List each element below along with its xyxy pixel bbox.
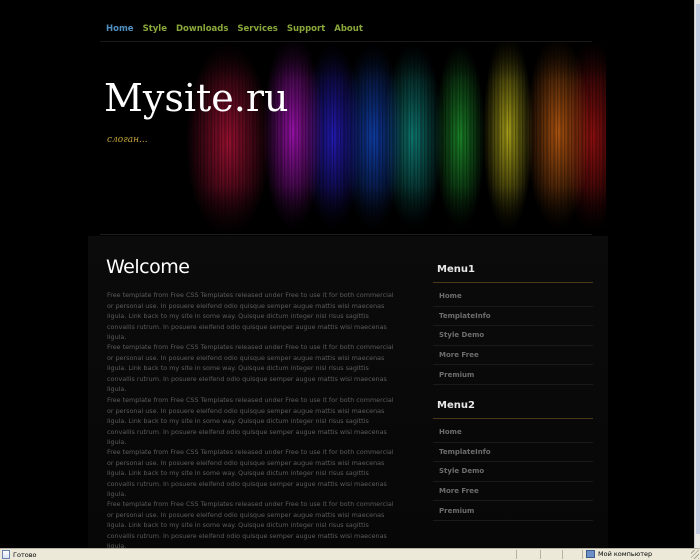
site-slogan: слоган... xyxy=(107,135,148,145)
menu1-title: Menu1 xyxy=(437,264,475,275)
banner-fade-overlay xyxy=(88,42,606,234)
zone-text: Мой компьютер xyxy=(598,550,653,558)
content-paragraph: Free template from Free CSS Templates re… xyxy=(107,291,394,341)
page-icon xyxy=(2,550,10,559)
menu2-item-templateinfo[interactable]: TemplateInfo xyxy=(433,443,593,463)
menu2-list: Home TemplateInfo Style Demo More Free P… xyxy=(433,423,593,521)
resize-grip-icon[interactable] xyxy=(691,550,699,559)
header-banner-image xyxy=(88,42,606,234)
vertical-scrollbar[interactable] xyxy=(694,0,700,548)
browser-viewport: Home Style Downloads Services Support Ab… xyxy=(0,0,694,548)
menu2-item-premium[interactable]: Premium xyxy=(433,501,593,521)
menu2-item-style-demo[interactable]: Style Demo xyxy=(433,462,593,482)
menu1-item-templateinfo[interactable]: TemplateInfo xyxy=(433,307,593,327)
menu1-item-style-demo[interactable]: Style Demo xyxy=(433,326,593,346)
content-paragraph: Free template from Free CSS Templates re… xyxy=(107,500,394,548)
menu1-item-premium[interactable]: Premium xyxy=(433,365,593,385)
status-divider xyxy=(540,550,541,559)
content-paragraph: Free template from Free CSS Templates re… xyxy=(107,396,394,446)
nav-link-services[interactable]: Services xyxy=(237,24,277,34)
status-left: Готово xyxy=(2,550,37,559)
nav-link-downloads[interactable]: Downloads xyxy=(176,24,228,34)
menu1-item-more-free[interactable]: More Free xyxy=(433,346,593,366)
menu1-item-home[interactable]: Home xyxy=(433,287,593,307)
menu2-title: Menu2 xyxy=(437,400,475,411)
content-paragraph: Free template from Free CSS Templates re… xyxy=(107,448,394,498)
nav-link-about[interactable]: About xyxy=(334,24,363,34)
status-divider xyxy=(562,550,563,559)
browser-status-bar: Готово Мой компьютер xyxy=(0,548,700,560)
top-nav: Home Style Downloads Services Support Ab… xyxy=(106,24,363,34)
menu2-item-home[interactable]: Home xyxy=(433,423,593,443)
nav-link-support[interactable]: Support xyxy=(287,24,325,34)
scrollbar-thumb[interactable] xyxy=(696,4,700,534)
menu1-list: Home TemplateInfo Style Demo More Free P… xyxy=(433,287,593,385)
status-divider xyxy=(516,550,517,559)
status-divider xyxy=(582,550,583,559)
status-text: Готово xyxy=(13,550,37,559)
content-paragraph: Free template from Free CSS Templates re… xyxy=(107,343,394,393)
menu2-item-more-free[interactable]: More Free xyxy=(433,482,593,502)
nav-link-style[interactable]: Style xyxy=(143,24,167,34)
menu1-title-divider xyxy=(433,282,593,283)
banner-divider xyxy=(100,234,592,235)
site-title[interactable]: Mysite.ru xyxy=(104,76,289,120)
nav-link-home[interactable]: Home xyxy=(106,24,134,34)
status-zone: Мой компьютер xyxy=(586,550,652,558)
computer-icon xyxy=(586,550,595,558)
welcome-heading: Welcome xyxy=(106,256,190,278)
menu2-title-divider xyxy=(433,418,593,419)
